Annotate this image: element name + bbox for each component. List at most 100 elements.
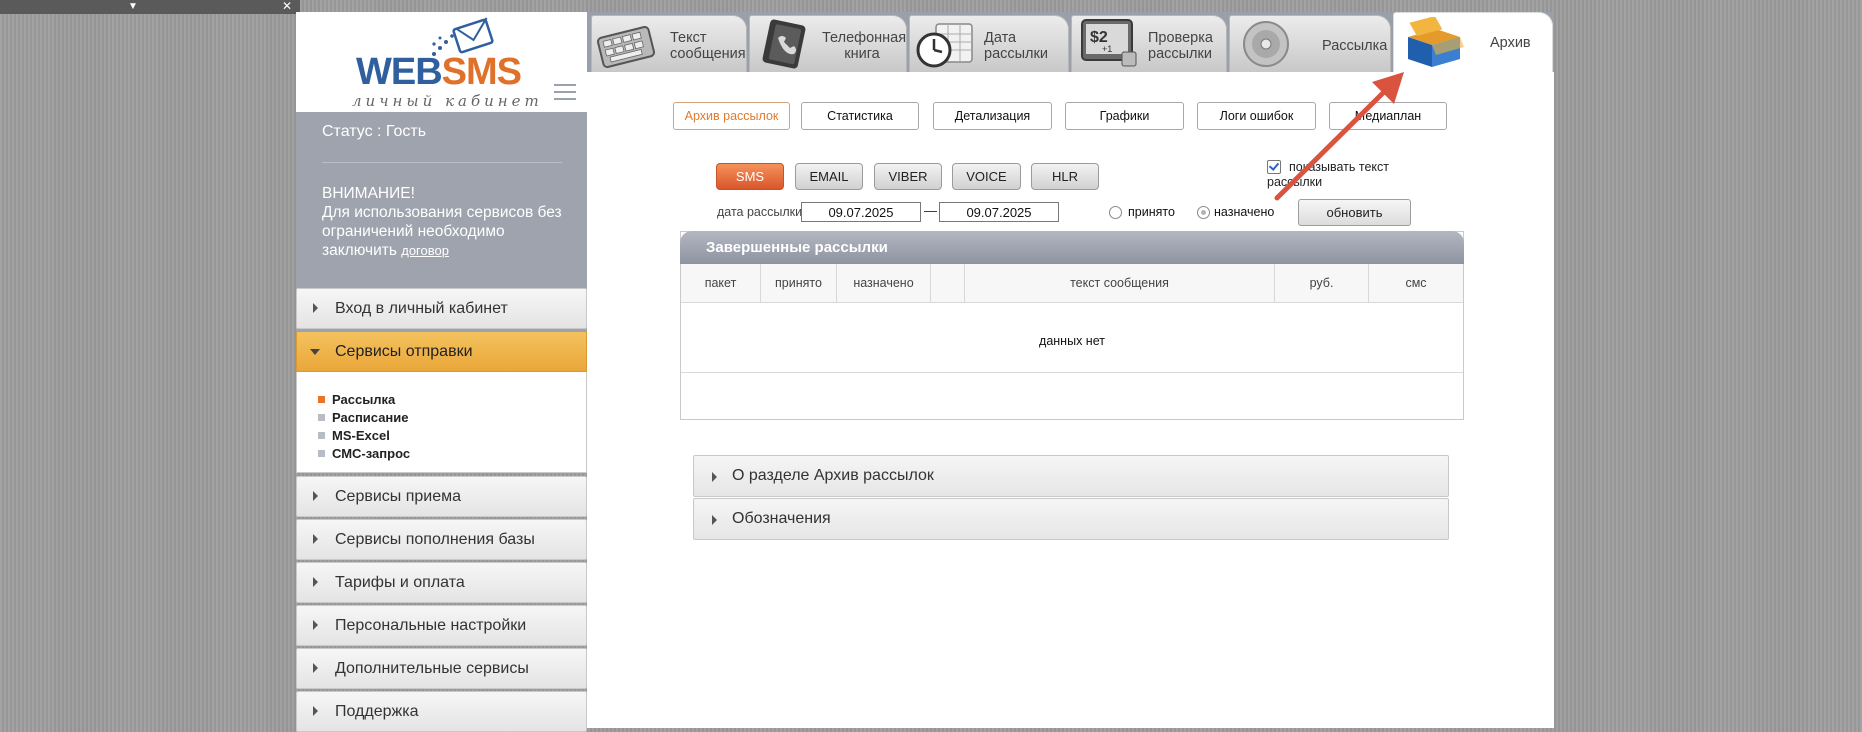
hamburger-menu-icon[interactable] — [554, 84, 576, 105]
submenu-item-ms-excel[interactable]: MS-Excel — [318, 428, 390, 443]
sidebar-item-login[interactable]: Вход в личный кабинет — [296, 288, 587, 329]
column-header-blank — [931, 264, 965, 303]
radio-assigned-label: назначено — [1214, 205, 1275, 219]
chevron-right-icon — [313, 620, 318, 630]
radio-accepted[interactable] — [1109, 206, 1122, 219]
tab-label: Дата рассылки — [984, 30, 1048, 62]
chevron-right-icon — [313, 577, 318, 587]
accordion-about-archive[interactable]: О разделе Архив рассылок — [693, 455, 1449, 497]
disc-icon — [1243, 21, 1289, 67]
top-tabs: Текст сообщения Телефонная книга Дата рассы… — [587, 12, 1554, 72]
tab-label: Рассылка — [1322, 38, 1388, 54]
subtab-charts[interactable]: Графики — [1065, 102, 1184, 130]
subtab-mailing-archive[interactable]: Архив рассылок — [673, 102, 790, 130]
tab-mailing-date[interactable]: Дата рассылки — [909, 15, 1069, 72]
panel-header: Завершенные рассылки — [680, 231, 1464, 264]
subtab-details[interactable]: Детализация — [933, 102, 1052, 130]
bullet-icon — [318, 414, 325, 421]
check-icon — [1268, 160, 1280, 171]
sidebar-item-receiving-services[interactable]: Сервисы приема — [296, 476, 587, 517]
sidebar-item-label: Дополнительные сервисы — [335, 660, 529, 677]
sidebar-item-additional-services[interactable]: Дополнительные сервисы — [296, 648, 587, 689]
date-separator: — — [924, 203, 937, 218]
chevron-right-icon — [313, 663, 318, 673]
show-text-checkbox[interactable] — [1267, 160, 1281, 174]
bullet-icon — [318, 396, 325, 403]
channel-voice-button[interactable]: VOICE — [952, 163, 1021, 190]
subtab-statistics[interactable]: Статистика — [801, 102, 919, 130]
archive-box-icon — [1408, 17, 1464, 67]
channel-email-button[interactable]: EMAIL — [795, 163, 863, 190]
calendar-clock-icon — [916, 23, 973, 68]
sidebar-item-label: Персональные настройки — [335, 617, 527, 634]
submenu-item-mailing[interactable]: Рассылка — [318, 392, 395, 407]
window-topbar: ▼ ✕ — [0, 0, 300, 14]
logo[interactable]: WEBSMS личный кабинет — [296, 12, 587, 112]
radio-accepted-label: принято — [1128, 205, 1175, 219]
keyboard-icon — [596, 26, 656, 68]
accordion-label: Обозначения — [732, 510, 831, 527]
chevron-right-icon — [313, 706, 318, 716]
refresh-button[interactable]: обновить — [1298, 199, 1411, 226]
date-label: дата рассылки — [717, 205, 803, 219]
radio-assigned[interactable] — [1197, 206, 1210, 219]
sidebar-item-label: Сервисы пополнения базы — [335, 531, 535, 548]
sidebar-item-sending-services[interactable]: Сервисы отправки — [296, 331, 587, 372]
chevron-down-icon[interactable]: ▼ — [128, 2, 138, 12]
tab-label: Телефонная книга — [822, 30, 907, 62]
tab-archive[interactable]: Архив — [1393, 12, 1553, 72]
tab-message-text[interactable]: Текст сообщения — [591, 15, 747, 72]
bullet-icon — [318, 450, 325, 457]
submenu-item-schedule[interactable]: Расписание — [318, 410, 409, 425]
tab-mailing[interactable]: Рассылка — [1229, 15, 1391, 72]
sidebar-item-label: Тарифы и оплата — [335, 574, 465, 591]
completed-mailings-panel: Завершенные рассылки пакет принято назна… — [680, 231, 1464, 420]
subtab-media-plan[interactable]: Медиаплан — [1329, 102, 1447, 130]
chevron-right-icon — [313, 534, 318, 544]
sidebar-item-label: Вход в личный кабинет — [335, 300, 508, 317]
close-icon[interactable]: ✕ — [282, 0, 292, 12]
accordion-label: О разделе Архив рассылок — [732, 467, 934, 484]
warning-title: ВНИМАНИЕ! — [322, 185, 415, 202]
tab-label: Текст сообщения — [670, 30, 746, 62]
subtab-error-logs[interactable]: Логи ошибок — [1197, 102, 1316, 130]
sidebar: WEBSMS личный кабинет Статус : Гость ВНИ… — [296, 12, 587, 732]
tab-mailing-check[interactable]: $2 +1 Проверка рассылки — [1071, 15, 1227, 72]
brand-name: WEBSMS — [356, 51, 522, 93]
sidebar-item-label: Сервисы приема — [335, 488, 462, 505]
submenu-item-sms-request[interactable]: СМС-запрос — [318, 446, 410, 461]
column-header-accepted[interactable]: принято — [761, 264, 837, 303]
channel-viber-button[interactable]: VIBER — [874, 163, 942, 190]
chevron-right-icon — [313, 491, 318, 501]
tab-label: Архив — [1490, 35, 1531, 51]
column-header-package[interactable]: пакет — [681, 264, 761, 303]
column-header-assigned[interactable]: назначено — [837, 264, 931, 303]
price-check-icon: $2 +1 — [1081, 19, 1137, 67]
column-header-rub[interactable]: руб. — [1275, 264, 1369, 303]
column-header-sms[interactable]: смс — [1369, 264, 1463, 303]
user-status: Статус : Гость — [322, 123, 427, 140]
channel-hlr-button[interactable]: HLR — [1031, 163, 1099, 190]
divider — [322, 162, 562, 163]
date-from-input[interactable] — [801, 202, 921, 222]
divider — [681, 372, 1463, 373]
panel-title: Завершенные рассылки — [706, 239, 888, 256]
table-header: пакет принято назначено текст сообщения … — [681, 264, 1463, 303]
show-text-label: показывать текст рассылки — [1267, 160, 1389, 189]
sidebar-item-tariffs[interactable]: Тарифы и оплата — [296, 562, 587, 603]
sidebar-item-database-services[interactable]: Сервисы пополнения базы — [296, 519, 587, 560]
date-to-input[interactable] — [939, 202, 1059, 222]
column-header-message-text[interactable]: текст сообщения — [965, 264, 1275, 303]
brand-subtitle: личный кабинет — [352, 92, 543, 110]
accordion-legend[interactable]: Обозначения — [693, 498, 1449, 540]
contract-link[interactable]: договор — [401, 243, 449, 258]
tab-phonebook[interactable]: Телефонная книга — [749, 15, 907, 72]
channel-sms-button[interactable]: SMS — [716, 163, 784, 190]
main-content: Текст сообщения Телефонная книга Дата рассы… — [587, 12, 1554, 728]
phonebook-icon — [762, 19, 806, 69]
sidebar-item-personal-settings[interactable]: Персональные настройки — [296, 605, 587, 646]
empty-message: данных нет — [1039, 334, 1105, 348]
tab-label: Проверка рассылки — [1148, 30, 1213, 62]
chevron-right-icon — [712, 472, 717, 482]
sidebar-item-support[interactable]: Поддержка — [296, 691, 587, 732]
